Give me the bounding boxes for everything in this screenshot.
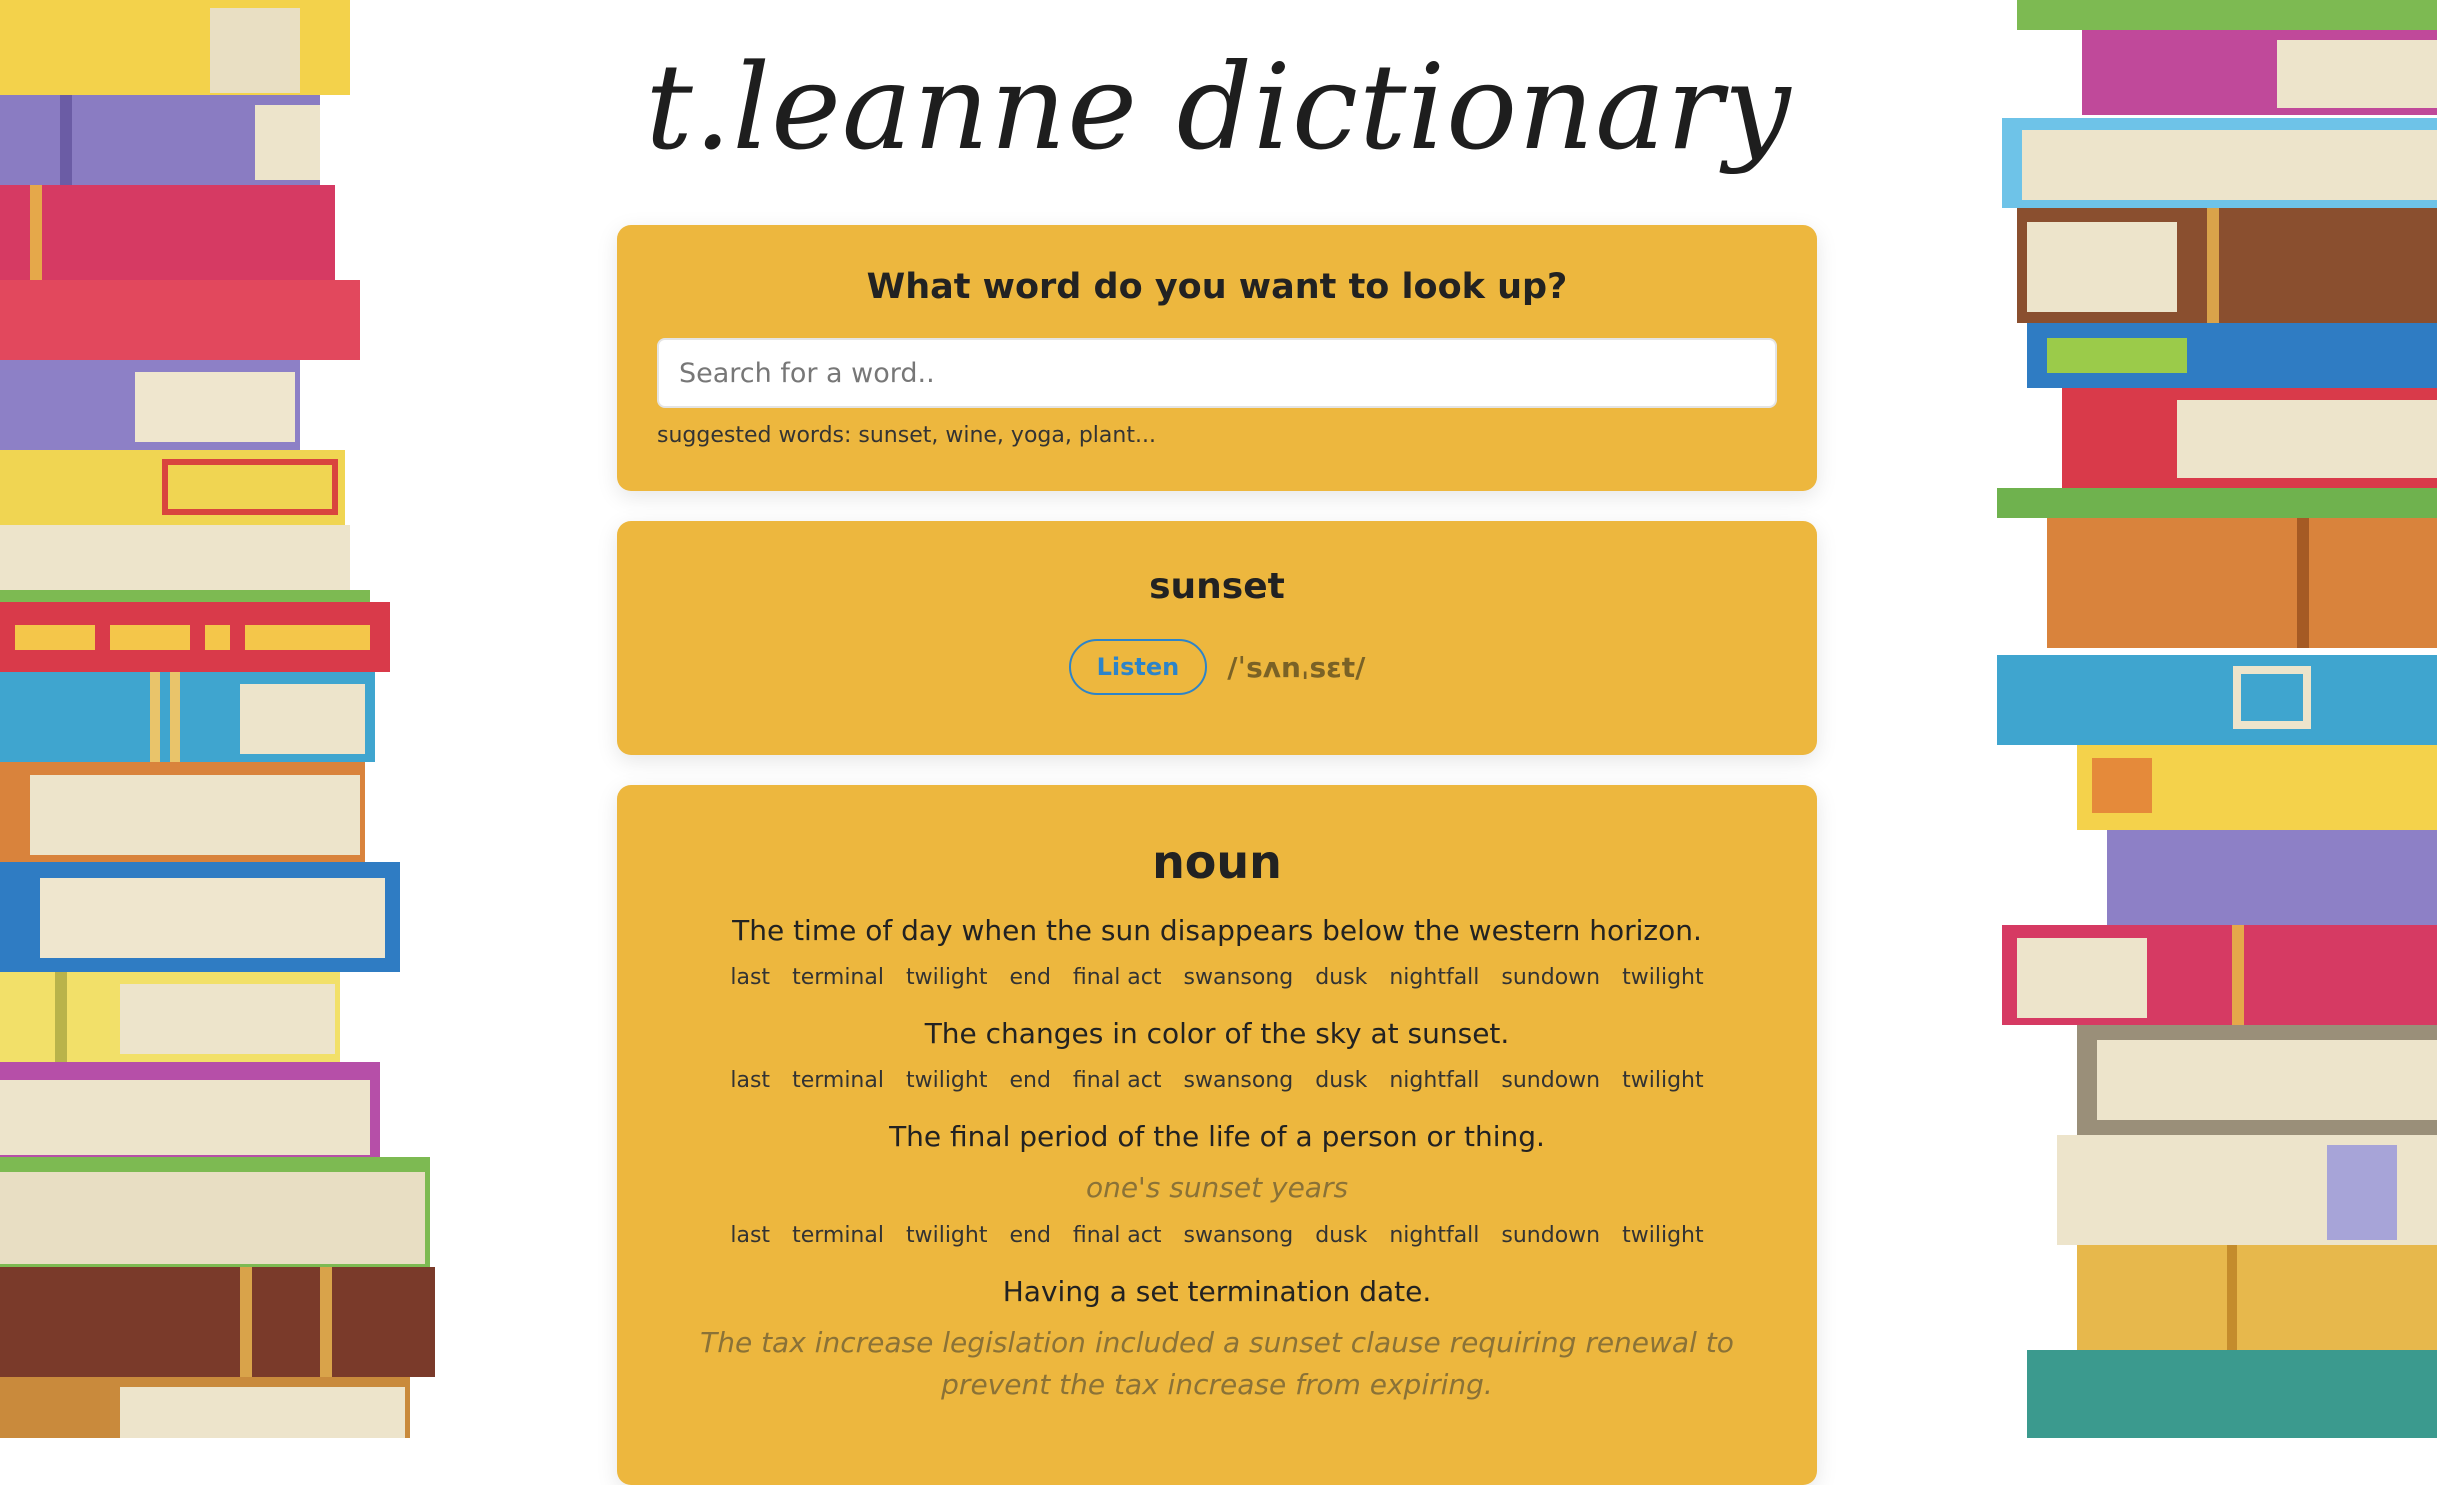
- synonym-link[interactable]: twilight: [1622, 1221, 1704, 1250]
- definition-item: The time of day when the sun disappears …: [617, 911, 1817, 992]
- synonym-link[interactable]: terminal: [792, 1221, 884, 1250]
- definitions-card: noun The time of day when the sun disapp…: [617, 785, 1817, 1485]
- synonym-link[interactable]: nightfall: [1389, 963, 1479, 992]
- synonym-link[interactable]: final act: [1073, 963, 1162, 992]
- definition-text: The final period of the life of a person…: [889, 1120, 1545, 1153]
- synonym-link[interactable]: nightfall: [1389, 1221, 1479, 1250]
- synonym-link[interactable]: twilight: [1622, 963, 1704, 992]
- search-input[interactable]: [657, 338, 1777, 408]
- definition-item: The final period of the life of a person…: [617, 1117, 1817, 1250]
- definitions-list: The time of day when the sun disappears …: [617, 911, 1817, 1406]
- word-title: sunset: [1149, 566, 1285, 607]
- synonym-link[interactable]: swansong: [1184, 1221, 1294, 1250]
- synonym-link[interactable]: sundown: [1501, 1221, 1600, 1250]
- synonym-link[interactable]: sundown: [1501, 963, 1600, 992]
- synonym-link[interactable]: last: [730, 1221, 770, 1250]
- synonym-link[interactable]: terminal: [792, 1066, 884, 1095]
- pronunciation-row: Listen /ˈsʌnˌsɛt/: [617, 639, 1817, 695]
- listen-button[interactable]: Listen: [1068, 639, 1208, 695]
- synonym-link[interactable]: last: [730, 963, 770, 992]
- synonym-link[interactable]: last: [730, 1066, 770, 1095]
- synonym-link[interactable]: dusk: [1315, 963, 1367, 992]
- book-stack-right-illustration: [1997, 0, 2437, 1438]
- synonym-link[interactable]: final act: [1073, 1066, 1162, 1095]
- synonym-link[interactable]: terminal: [792, 963, 884, 992]
- synonym-link[interactable]: end: [1009, 1066, 1050, 1095]
- synonym-link[interactable]: twilight: [906, 1066, 988, 1095]
- synonym-link[interactable]: swansong: [1184, 963, 1294, 992]
- definition-item: The changes in color of the sky at sunse…: [617, 1014, 1817, 1095]
- synonym-link[interactable]: end: [1009, 963, 1050, 992]
- search-heading: What word do you want to look up?: [866, 267, 1568, 307]
- definition-item: Having a set termination date. The tax in…: [617, 1272, 1817, 1406]
- definition-text: The time of day when the sun disappears …: [732, 914, 1702, 947]
- synonyms-list: last terminal twilight end final act swansong…: [617, 1066, 1817, 1095]
- synonyms-list: last terminal twilight end final act swansong…: [617, 1221, 1817, 1250]
- phonetic-text: /ˈsʌnˌsɛt/: [1227, 650, 1366, 684]
- search-card: What word do you want to look up? sugges…: [617, 225, 1817, 491]
- book-stack-left-illustration: [0, 0, 440, 1438]
- synonym-link[interactable]: dusk: [1315, 1221, 1367, 1250]
- synonym-link[interactable]: dusk: [1315, 1066, 1367, 1095]
- definition-example: The tax increase legislation included a …: [700, 1326, 1734, 1401]
- suggested-words: suggested words: sunset, wine, yoga, pla…: [657, 423, 1156, 448]
- synonym-link[interactable]: final act: [1073, 1221, 1162, 1250]
- synonym-link[interactable]: swansong: [1184, 1066, 1294, 1095]
- synonym-link[interactable]: end: [1009, 1221, 1050, 1250]
- synonym-link[interactable]: twilight: [906, 963, 988, 992]
- synonym-link[interactable]: nightfall: [1389, 1066, 1479, 1095]
- part-of-speech: noun: [1152, 835, 1282, 889]
- synonym-link[interactable]: twilight: [906, 1221, 988, 1250]
- definition-text: Having a set termination date.: [1002, 1275, 1432, 1308]
- definition-text: The changes in color of the sky at sunse…: [924, 1017, 1510, 1050]
- site-logo: t.leanne dictionary: [645, 38, 1792, 176]
- definition-example: one's sunset years: [1085, 1171, 1349, 1204]
- word-header-card: sunset Listen /ˈsʌnˌsɛt/: [617, 521, 1817, 755]
- synonyms-list: last terminal twilight end final act swansong…: [617, 963, 1817, 992]
- synonym-link[interactable]: sundown: [1501, 1066, 1600, 1095]
- synonym-link[interactable]: twilight: [1622, 1066, 1704, 1095]
